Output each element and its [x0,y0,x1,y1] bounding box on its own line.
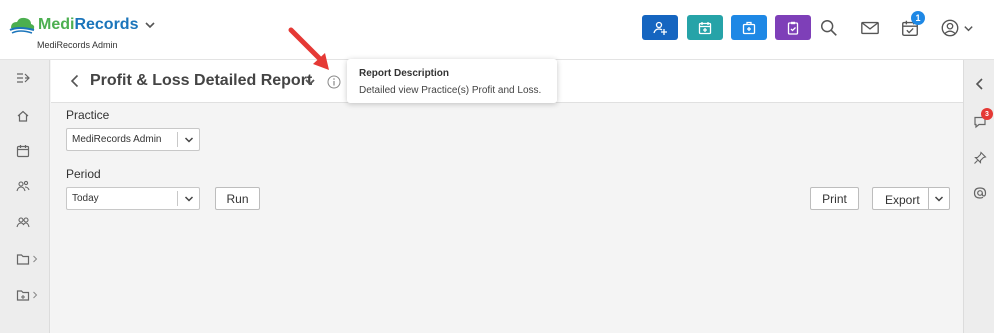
period-select[interactable]: Today [66,187,200,210]
run-button[interactable]: Run [215,187,260,210]
folder-icon[interactable] [16,250,44,268]
annotation-arrow-icon [288,27,329,70]
expand-sidebar-icon[interactable] [16,69,44,87]
export-button-label: Export [885,193,920,207]
add-user-icon [653,21,667,35]
collapse-left-icon[interactable] [973,77,989,93]
right-sidebar [963,60,994,333]
patients-icon[interactable] [16,177,44,195]
clipboard-icon [787,21,799,35]
mail-icon[interactable] [859,17,881,39]
chevron-right-icon [33,255,38,263]
print-button[interactable]: Print [810,187,859,210]
report-switcher-chevron-icon[interactable] [304,77,316,87]
new-appointment-button[interactable] [687,15,723,40]
chevron-down-icon[interactable] [934,195,944,203]
clipboard-button[interactable] [775,15,811,40]
chevron-down-icon [184,137,194,143]
chevron-down-icon [184,196,194,202]
user-menu[interactable] [938,17,976,39]
mention-icon[interactable] [973,186,989,202]
select-divider [177,191,178,206]
cloud-logo-icon [9,17,35,34]
notification-badge: 1 [911,11,925,25]
new-medical-record-button[interactable] [731,15,767,40]
pin-icon[interactable] [973,151,989,167]
brand-logo[interactable]: MediRecords [8,14,156,36]
left-sidebar [0,60,50,333]
practice-select[interactable]: MediRecords Admin [66,128,200,151]
tooltip-title: Report Description [359,68,450,79]
period-select-value: Today [72,193,99,204]
chevron-right-icon [33,291,38,299]
practice-label: Practice [66,108,110,122]
export-divider [928,188,929,209]
practice-subtitle: MediRecords Admin [37,40,118,50]
search-icon[interactable] [818,17,840,39]
user-avatar-icon [941,19,959,37]
report-description-tooltip: Report Description Detailed view Practic… [347,59,557,103]
chevron-down-icon[interactable] [144,19,156,31]
export-button[interactable]: Export [872,187,950,210]
back-arrow-icon[interactable] [68,74,82,88]
brand-name: MediRecords [38,16,139,33]
select-divider [177,132,178,147]
add-patient-button[interactable] [642,15,678,40]
calendar-plus-icon [698,21,712,34]
chevron-down-icon [964,25,973,31]
period-label: Period [66,167,101,181]
top-header: MediRecords MediRecords Admin 1 [0,0,994,60]
page-title: Profit & Loss Detailed Report [90,72,313,89]
contacts-icon[interactable] [16,213,44,231]
practice-select-value: MediRecords Admin [72,134,162,145]
home-icon[interactable] [16,107,44,125]
calendar-icon[interactable] [16,142,44,160]
tooltip-body: Detailed view Practice(s) Profit and Los… [359,85,542,96]
medical-kit-icon [742,21,756,34]
comments-badge: 3 [981,108,993,120]
info-icon[interactable] [327,75,341,89]
shared-folder-icon[interactable] [16,286,44,304]
